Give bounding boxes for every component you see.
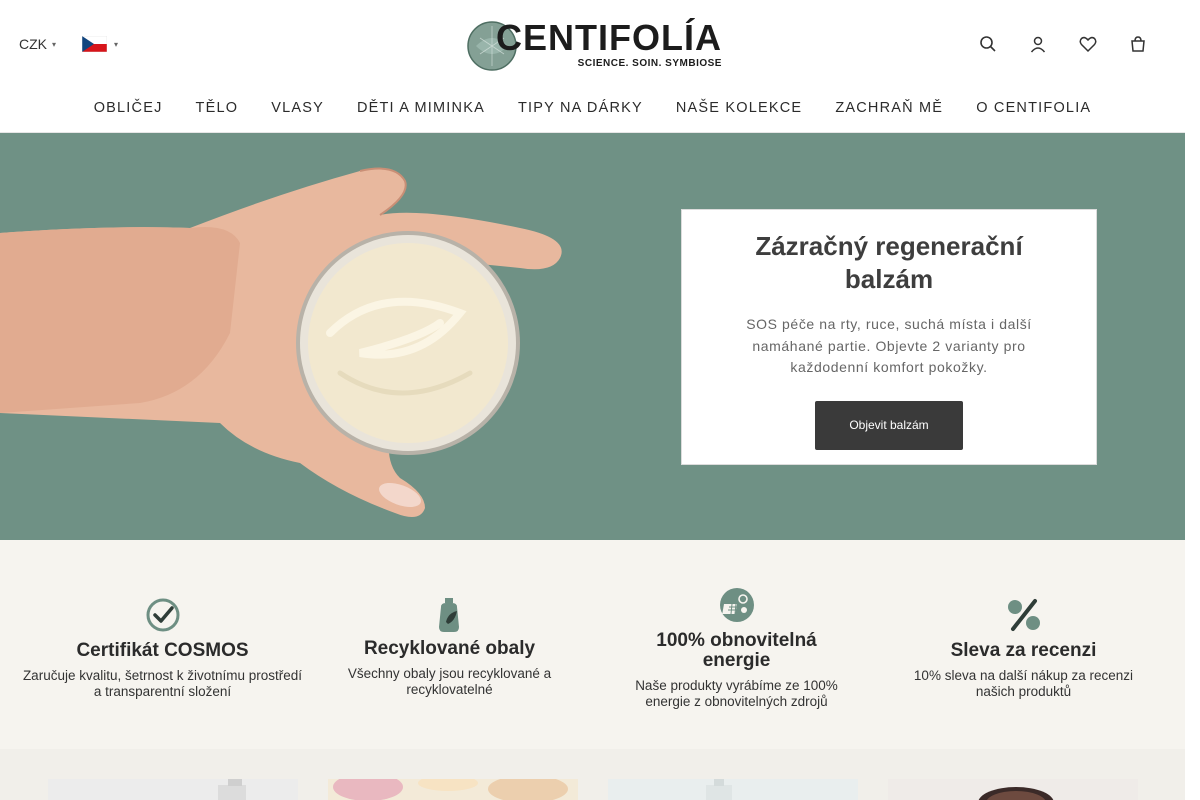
hero-card: Zázračný regenerační balzám SOS péče na … bbox=[681, 209, 1097, 465]
site-header: CZK ▾ ▾ CENTIFOLÍA SCIENCE. SOIN. SYMBIO… bbox=[0, 0, 1185, 133]
nav-item-nase-kolekce[interactable]: NAŠE KOLEKCE bbox=[659, 100, 818, 116]
czech-flag-icon bbox=[82, 36, 107, 52]
feature-description: Naše produkty vyrábíme ze 100% energie z… bbox=[635, 678, 838, 709]
feature-energy: 100% obnovitelná energie Naše produkty v… bbox=[593, 540, 880, 749]
main-navigation: OBLIČEJ TĚLO VLASY DĚTI A MIMINKA TIPY N… bbox=[0, 100, 1185, 116]
logo-text: CENTIFOLÍA SCIENCE. SOIN. SYMBIOSE bbox=[496, 16, 722, 69]
product-thumbnail-image[interactable] bbox=[328, 779, 578, 800]
product-thumbnail-image[interactable] bbox=[608, 779, 858, 800]
percent-icon bbox=[1007, 599, 1040, 631]
feature-title: 100% obnovitelná energie bbox=[656, 630, 817, 671]
feature-review-discount: Sleva za recenzi 10% sleva na další náku… bbox=[880, 540, 1167, 749]
currency-selector[interactable]: CZK ▾ bbox=[19, 36, 56, 52]
solar-energy-icon bbox=[719, 588, 754, 622]
feature-title: Sleva za recenzi bbox=[950, 640, 1097, 661]
recycled-bottle-icon bbox=[438, 598, 459, 632]
nav-item-vlasy[interactable]: VLASY bbox=[255, 100, 341, 116]
user-icon bbox=[1030, 36, 1046, 53]
chevron-down-icon: ▾ bbox=[52, 39, 57, 49]
nav-item-deti-a-miminka[interactable]: DĚTI A MIMINKA bbox=[340, 100, 501, 116]
nav-item-o-centifolia[interactable]: O CENTIFOLIA bbox=[960, 100, 1108, 116]
brand-logo[interactable]: CENTIFOLÍA SCIENCE. SOIN. SYMBIOSE bbox=[466, 15, 722, 73]
feature-title: Recyklované obaly bbox=[363, 638, 536, 659]
nav-item-oblicej[interactable]: OBLIČEJ bbox=[77, 100, 179, 116]
header-tools bbox=[976, 32, 1150, 56]
hero-banner: Zázračný regenerační balzám SOS péče na … bbox=[0, 133, 1185, 540]
heart-icon bbox=[1079, 36, 1097, 53]
search-button[interactable] bbox=[976, 32, 1000, 56]
search-icon bbox=[980, 36, 996, 52]
cart-icon bbox=[1131, 36, 1145, 52]
logo-wordmark: CENTIFOLÍA bbox=[496, 16, 722, 58]
discover-balm-button[interactable]: Objevit balzám bbox=[815, 400, 963, 450]
features-bar: Certifikát COSMOS Zaručuje kvalitu, šetr… bbox=[0, 540, 1185, 749]
chevron-down-icon: ▾ bbox=[114, 39, 119, 49]
cart-button[interactable] bbox=[1126, 32, 1150, 56]
nav-item-zachran-me[interactable]: ZACHRAŇ MĚ bbox=[819, 100, 960, 116]
nav-item-tipy-na-darky[interactable]: TIPY NA DÁRKY bbox=[501, 100, 659, 116]
product-thumbnail-image[interactable] bbox=[888, 779, 1138, 800]
feature-title: Certifikát COSMOS bbox=[76, 640, 249, 661]
feature-description: Všechny obaly jsou recyklované a recyklo… bbox=[347, 666, 552, 697]
language-selector[interactable]: ▾ bbox=[82, 36, 118, 52]
hero-balm-hand-image bbox=[0, 167, 562, 517]
currency-label: CZK bbox=[19, 36, 47, 52]
feature-description: 10% sleva na další nákup za recenzi naši… bbox=[913, 668, 1134, 699]
wishlist-button[interactable] bbox=[1076, 32, 1100, 56]
cosmos-check-icon bbox=[146, 598, 179, 632]
feature-cosmos: Certifikát COSMOS Zaručuje kvalitu, šetr… bbox=[19, 540, 306, 749]
feature-recycled: Recyklované obaly Všechny obaly jsou rec… bbox=[306, 540, 593, 749]
feature-description: Zaručuje kvalitu, šetrnost k životnímu p… bbox=[22, 668, 303, 699]
nav-item-telo[interactable]: TĚLO bbox=[179, 100, 255, 116]
account-button[interactable] bbox=[1026, 32, 1050, 56]
hero-title: Zázračný regenerační balzám bbox=[755, 231, 1023, 294]
logo-tagline: SCIENCE. SOIN. SYMBIOSE bbox=[577, 57, 722, 69]
hero-description: SOS péče na rty, ruce, suchá místa i dal… bbox=[746, 316, 1032, 375]
product-thumbnail-image[interactable] bbox=[48, 779, 298, 800]
product-strip bbox=[0, 749, 1185, 800]
